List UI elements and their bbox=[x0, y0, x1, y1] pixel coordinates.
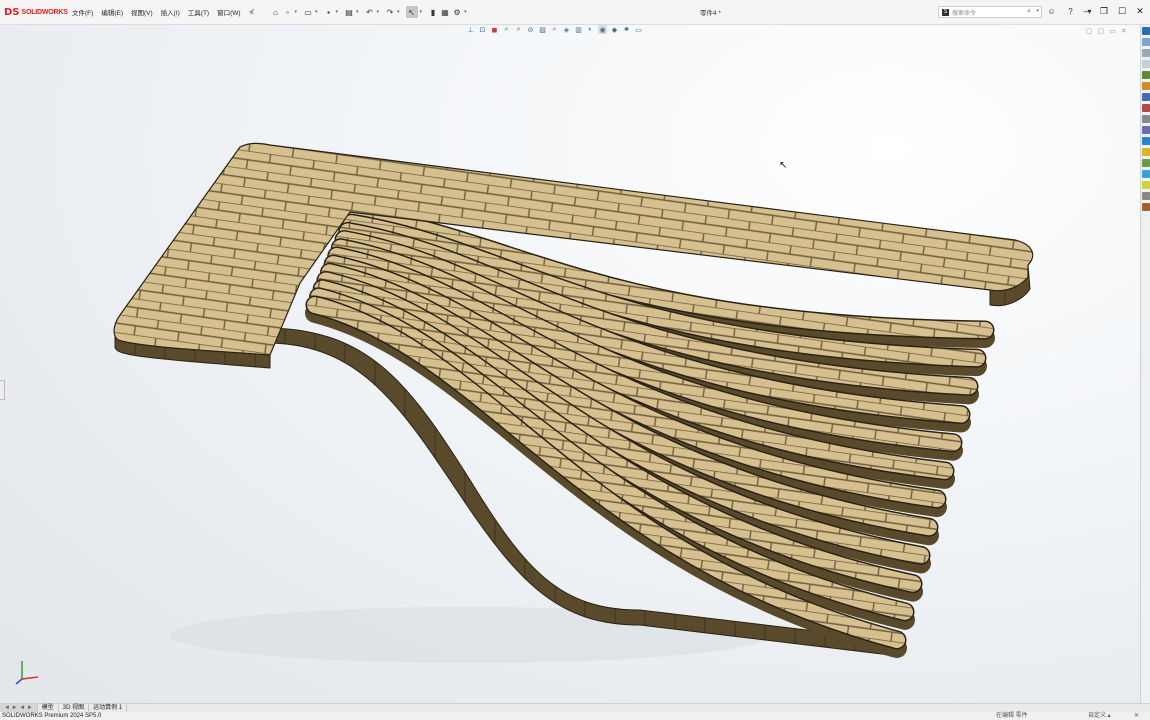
dropdown-arrow-icon[interactable]: ▾ bbox=[464, 9, 467, 15]
help-icon[interactable]: ? bbox=[1065, 6, 1076, 17]
monitor-icon[interactable]: ▭ bbox=[634, 25, 643, 34]
options-icon[interactable]: ⚙ bbox=[452, 7, 462, 17]
window-controls: – ❐ ☐ ✕ bbox=[1080, 5, 1146, 17]
task-pane-tab-icon[interactable] bbox=[1142, 148, 1150, 156]
task-pane-tab-icon[interactable] bbox=[1142, 181, 1150, 189]
dropdown-arrow-icon[interactable]: ▾ bbox=[356, 9, 359, 15]
search-commands-box[interactable]: S 搜索命令 ⌕ ▾ bbox=[938, 6, 1042, 18]
edit-appearance-icon[interactable]: ▥ bbox=[574, 25, 583, 34]
quick-access-toolbar: ⌂ ▫ ▾ ▭ ▾ ▪ ▾ ▤ ▾ ↶ ▾ ↷ ▾ ↖ ▾ ▮ ▦ ⚙ ▾ bbox=[270, 6, 470, 18]
viewport-control-icon[interactable]: ✕ bbox=[1121, 27, 1127, 35]
print-icon[interactable]: ▤ bbox=[344, 7, 354, 17]
dropdown-arrow-icon[interactable]: ▾ bbox=[420, 9, 423, 15]
mouse-cursor-icon: ↖ bbox=[779, 160, 788, 171]
user-icon[interactable]: ☺ bbox=[1046, 6, 1057, 17]
close-icon[interactable]: ✕ bbox=[1134, 5, 1146, 17]
display-style-icon[interactable]: ⌕ bbox=[550, 25, 559, 34]
status-bar: SOLIDWORKS Premium 2024 SP5.0 在编辑 零件 自定义… bbox=[0, 712, 1150, 720]
task-pane-tab-icon[interactable] bbox=[1142, 115, 1150, 123]
save-icon[interactable]: ▪ bbox=[323, 7, 333, 17]
menu-item-5[interactable]: 窗口(W) bbox=[213, 7, 244, 17]
menu-item-2[interactable]: 视图(V) bbox=[127, 7, 157, 17]
task-pane-tab-icon[interactable] bbox=[1142, 192, 1150, 200]
zoom-to-fit-icon[interactable]: ⊡ bbox=[478, 25, 487, 34]
dropdown-arrow-icon[interactable]: ▾ bbox=[397, 9, 400, 15]
task-pane-tab-icon[interactable] bbox=[1142, 104, 1150, 112]
task-pane bbox=[1140, 25, 1150, 705]
status-close-icon[interactable]: ✕ bbox=[1134, 712, 1139, 720]
graphics-area[interactable]: ↖ bbox=[0, 25, 1140, 705]
dropdown-arrow-icon[interactable]: ▾ bbox=[315, 9, 318, 15]
viewport-controls: ▢ ▢ ▭ ✕ bbox=[1086, 27, 1127, 35]
zoom-area-icon[interactable]: ◼ bbox=[490, 25, 499, 34]
task-pane-tab-icon[interactable] bbox=[1142, 60, 1150, 68]
dynamic-annotation-icon[interactable]: ⊘ bbox=[526, 25, 535, 34]
solidworks-logo[interactable]: DS SOLIDWORKS bbox=[4, 7, 68, 18]
view-settings-icon[interactable]: ▧ bbox=[538, 25, 547, 34]
select-icon[interactable]: ↖ bbox=[405, 6, 418, 18]
redo-icon[interactable]: ↷ bbox=[385, 7, 395, 17]
file-properties-icon[interactable]: ▦ bbox=[440, 7, 450, 17]
view-setting-icon[interactable]: ◉ bbox=[598, 25, 607, 34]
status-units-selector[interactable]: 自定义 ▴ bbox=[1088, 712, 1111, 720]
dropdown-arrow-icon[interactable]: ▾ bbox=[294, 9, 297, 15]
task-pane-tab-icon[interactable] bbox=[1142, 49, 1150, 57]
menu-item-4[interactable]: 工具(T) bbox=[184, 7, 213, 17]
maximize-icon[interactable]: ☐ bbox=[1116, 5, 1128, 17]
logo-text: SOLIDWORKS bbox=[21, 8, 68, 16]
task-pane-tab-icon[interactable] bbox=[1142, 203, 1150, 211]
menu-item-3[interactable]: 插入(I) bbox=[157, 7, 184, 17]
menu-item-1[interactable]: 编辑(E) bbox=[97, 7, 127, 17]
render-icon[interactable]: ◆ bbox=[610, 25, 619, 34]
reference-triad-icon bbox=[15, 661, 39, 685]
pin-menu-icon[interactable]: ⊀ bbox=[245, 8, 259, 16]
search-dropdown-icon[interactable]: ▾ bbox=[1036, 8, 1039, 14]
apply-scene-icon[interactable]: ◐ bbox=[586, 25, 595, 34]
ds-logo-icon: DS bbox=[4, 6, 20, 18]
task-pane-tab-icon[interactable] bbox=[1142, 159, 1150, 167]
heads-up-view-toolbar: ⊥ ⊡ ◼ ⌕ ⌕ ⊘ ▧ ⌕ ◈ ▥ ◐ ◉ ◆ ♣ ▭ bbox=[466, 25, 643, 34]
restore-icon[interactable]: ❐ bbox=[1098, 5, 1110, 17]
task-pane-tab-icon[interactable] bbox=[1142, 82, 1150, 90]
search-placeholder: 搜索命令 bbox=[952, 10, 977, 17]
feature-manager-handle[interactable] bbox=[0, 380, 5, 400]
task-pane-tab-icon[interactable] bbox=[1142, 126, 1150, 134]
menu-item-0[interactable]: 文件(F) bbox=[68, 7, 97, 17]
dropdown-arrow-icon[interactable]: ▾ bbox=[377, 9, 380, 15]
status-edit-mode: 在编辑 零件 bbox=[996, 713, 1028, 719]
task-pane-tab-icon[interactable] bbox=[1142, 170, 1150, 178]
hide-show-icon[interactable]: ◈ bbox=[562, 25, 571, 34]
task-pane-tab-icon[interactable] bbox=[1142, 27, 1150, 35]
document-title: 零件4 * bbox=[700, 10, 721, 17]
new-document-icon[interactable]: ▫ bbox=[282, 7, 292, 17]
viewport-control-icon[interactable]: ▭ bbox=[1109, 27, 1116, 35]
view-orientation-icon[interactable]: ⊥ bbox=[466, 25, 475, 34]
rebuild-icon[interactable]: ▮ bbox=[428, 7, 438, 17]
search-icon[interactable]: ⌕ bbox=[1027, 8, 1031, 16]
viewport-control-icon[interactable]: ▢ bbox=[1098, 27, 1105, 35]
minimize-icon[interactable]: – bbox=[1080, 5, 1092, 17]
dropdown-arrow-icon[interactable]: ▾ bbox=[335, 9, 338, 15]
search-solidworks-icon: S bbox=[942, 8, 949, 16]
triad-x-axis bbox=[21, 676, 39, 680]
open-icon[interactable]: ▭ bbox=[303, 7, 313, 17]
task-pane-tab-icon[interactable] bbox=[1142, 93, 1150, 101]
task-pane-tab-icon[interactable] bbox=[1142, 137, 1150, 145]
realview-icon[interactable]: ♣ bbox=[622, 25, 631, 34]
status-product-version: SOLIDWORKS Premium 2024 SP5.0 bbox=[2, 713, 102, 719]
viewport-control-icon[interactable]: ▢ bbox=[1086, 27, 1093, 35]
section-view-icon[interactable]: ⌕ bbox=[514, 25, 523, 34]
task-pane-tab-icon[interactable] bbox=[1142, 71, 1150, 79]
brick-slat-model[interactable] bbox=[0, 25, 1140, 705]
undo-icon[interactable]: ↶ bbox=[365, 7, 375, 17]
previous-view-icon[interactable]: ⌕ bbox=[502, 25, 511, 34]
menu-bar: 文件(F) 编辑(E) 视图(V) 插入(I) 工具(T) 窗口(W) bbox=[68, 7, 245, 17]
task-pane-tab-icon[interactable] bbox=[1142, 38, 1150, 46]
triad-z-axis bbox=[15, 678, 23, 685]
home-icon[interactable]: ⌂ bbox=[270, 7, 280, 17]
